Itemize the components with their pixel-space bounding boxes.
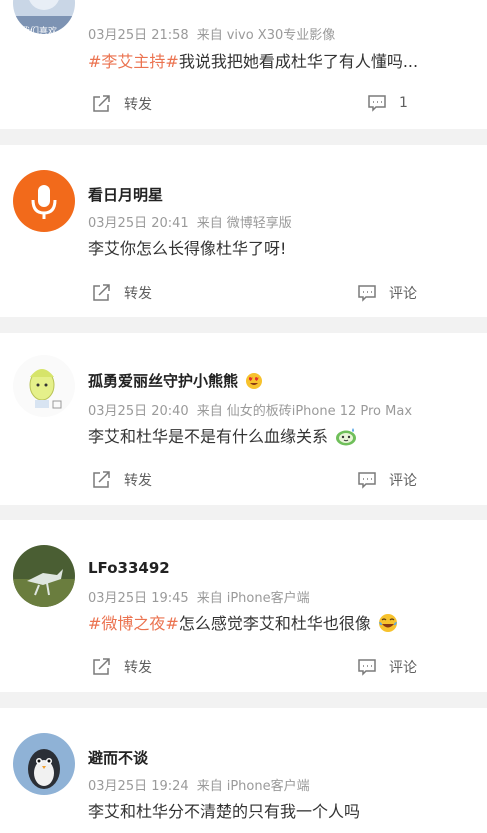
post-source[interactable]: 仙女的板砖iPhone 12 Pro Max bbox=[227, 404, 412, 419]
repost-icon bbox=[93, 95, 110, 112]
repost-label: 转发 bbox=[124, 660, 152, 676]
topic-link[interactable]: #李艾主持# bbox=[88, 52, 179, 71]
post-body: 李艾和杜华是不是有什么血缘关系 bbox=[88, 427, 329, 446]
weibo-comment-card: 我们喜欢 03月25日 21:58 来自 vivo X30专业影像 #李艾主持#我说… bbox=[0, 0, 487, 129]
comment-icon bbox=[358, 472, 376, 489]
comment-button[interactable]: 1 bbox=[367, 94, 408, 112]
post-meta: 03月25日 19:45 来自 iPhone客户端 bbox=[88, 587, 310, 606]
repost-label: 转发 bbox=[124, 473, 152, 489]
post-meta: 03月25日 20:40 来自 仙女的板砖iPhone 12 Pro Max bbox=[88, 400, 412, 419]
avatar[interactable] bbox=[13, 170, 75, 232]
comment-label: 评论 bbox=[389, 473, 417, 489]
post-body: 怎么感觉李艾和杜华也很像 bbox=[178, 614, 371, 633]
weibo-comment-card: 孤勇爱丽丝守护小熊熊 03月25日 20:40 来自 仙女的板砖iPhone 12 … bbox=[0, 333, 487, 505]
comment-button[interactable]: 评论 bbox=[357, 283, 417, 303]
avatar[interactable] bbox=[13, 733, 75, 795]
avatar[interactable] bbox=[13, 355, 75, 417]
weibo-comment-card: LFo33492 03月25日 19:45 来自 iPhone客户端 #微博之夜#怎… bbox=[0, 520, 487, 692]
repost-icon bbox=[93, 284, 110, 301]
source-label: 来自 bbox=[196, 28, 223, 43]
post-time: 03月25日 20:41 bbox=[88, 216, 189, 231]
repost-button[interactable]: 转发 bbox=[92, 94, 152, 114]
repost-button[interactable]: 转发 bbox=[92, 283, 152, 303]
post-source[interactable]: iPhone客户端 bbox=[227, 591, 310, 606]
comment-label: 评论 bbox=[389, 286, 417, 302]
topic-link[interactable]: #微博之夜# bbox=[88, 614, 179, 633]
repost-button[interactable]: 转发 bbox=[92, 470, 152, 490]
post-meta: 03月25日 21:58 来自 vivo X30专业影像 bbox=[88, 24, 335, 43]
comment-label: 评论 bbox=[389, 660, 417, 676]
post-text: 李艾和杜华是不是有什么血缘关系 bbox=[88, 423, 357, 447]
heart-eyes-emoji bbox=[246, 373, 263, 389]
post-text: 李艾你怎么长得像杜华了呀! bbox=[88, 239, 287, 258]
avatar[interactable]: 我们喜欢 bbox=[13, 0, 75, 34]
post-source[interactable]: vivo X30专业影像 bbox=[227, 28, 336, 43]
author-name-text: 孤勇爱丽丝守护小熊熊 bbox=[88, 372, 239, 390]
source-label: 来自 bbox=[196, 216, 223, 231]
avatar[interactable] bbox=[13, 545, 75, 607]
weibo-comment-card: 避而不谈 03月25日 19:24 来自 iPhone客户端 李艾和杜华分不清楚的只… bbox=[0, 708, 487, 833]
source-label: 来自 bbox=[196, 404, 223, 419]
laugh-cry-emoji bbox=[378, 614, 397, 632]
source-label: 来自 bbox=[196, 779, 223, 794]
repost-button[interactable]: 转发 bbox=[92, 657, 152, 677]
comment-icon bbox=[368, 95, 386, 112]
post-time: 03月25日 19:45 bbox=[88, 591, 189, 606]
avatar-caption: 我们喜欢 bbox=[21, 27, 58, 34]
comment-count: 1 bbox=[399, 95, 408, 111]
post-body: 我说我把她看成杜华了有人懂吗... bbox=[178, 52, 419, 71]
repost-label: 转发 bbox=[124, 97, 152, 113]
post-text: #李艾主持#我说我把她看成杜华了有人懂吗... bbox=[88, 48, 418, 72]
author-name[interactable]: 孤勇爱丽丝守护小熊熊 bbox=[88, 370, 263, 391]
source-label: 来自 bbox=[196, 591, 223, 606]
post-time: 03月25日 21:58 bbox=[88, 28, 189, 43]
author-name[interactable]: LFo33492 bbox=[88, 559, 170, 577]
comment-button[interactable]: 评论 bbox=[357, 657, 417, 677]
post-meta: 03月25日 19:24 来自 iPhone客户端 bbox=[88, 775, 310, 794]
post-text: #微博之夜#怎么感觉李艾和杜华也很像 bbox=[88, 610, 398, 634]
comment-icon bbox=[358, 285, 376, 302]
repost-label: 转发 bbox=[124, 286, 152, 302]
post-meta: 03月25日 20:41 来自 微博轻享版 bbox=[88, 212, 292, 231]
post-source[interactable]: iPhone客户端 bbox=[227, 779, 310, 794]
post-time: 03月25日 19:24 bbox=[88, 779, 189, 794]
weibo-comment-card: 看日月明星 03月25日 20:41 来自 微博轻享版 李艾你怎么长得像杜华了呀! … bbox=[0, 145, 487, 317]
author-name[interactable]: 看日月明星 bbox=[88, 184, 163, 205]
comment-button[interactable]: 评论 bbox=[357, 470, 417, 490]
post-text: 李艾和杜华分不清楚的只有我一个人吗 bbox=[88, 802, 361, 821]
author-name[interactable]: 避而不谈 bbox=[88, 747, 148, 768]
post-source[interactable]: 微博轻享版 bbox=[227, 216, 292, 231]
repost-icon bbox=[93, 471, 110, 488]
sweat-emoji bbox=[336, 428, 357, 446]
comment-icon bbox=[358, 659, 376, 676]
repost-icon bbox=[93, 658, 110, 675]
post-time: 03月25日 20:40 bbox=[88, 404, 189, 419]
